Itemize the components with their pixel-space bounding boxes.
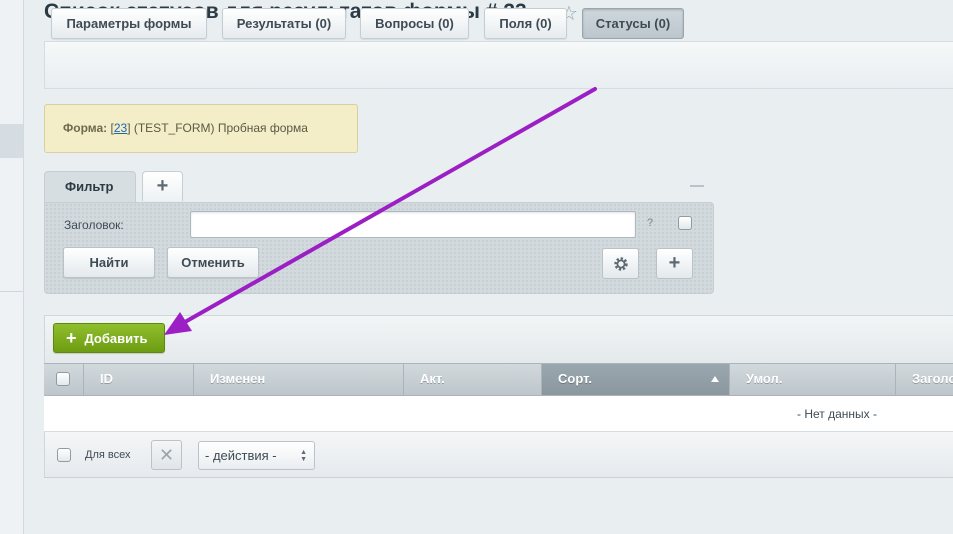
filter-help-icon[interactable]: ? <box>647 217 653 229</box>
filter-add-field-button[interactable]: + <box>656 248 693 279</box>
filter-field-checkbox[interactable] <box>678 216 692 230</box>
left-panel-divider <box>0 291 23 292</box>
column-id[interactable]: ID <box>84 364 194 395</box>
filter-minimize-icon[interactable] <box>690 185 704 187</box>
filter-title-input[interactable] <box>190 211 636 238</box>
column-active[interactable]: Акт. <box>404 364 542 395</box>
find-button[interactable]: Найти <box>63 247 155 278</box>
form-id-link[interactable]: 23 <box>114 121 127 135</box>
column-default[interactable]: Умол. <box>730 364 896 395</box>
close-icon: ✕ <box>158 444 175 465</box>
column-title[interactable]: Заголо <box>896 364 953 395</box>
select-arrows-icon: ▲ ▼ <box>300 449 307 463</box>
tab-form-params[interactable]: Параметры формы <box>51 8 207 39</box>
cancel-button[interactable]: Отменить <box>167 247 259 278</box>
select-all-checkbox[interactable] <box>56 372 70 386</box>
plus-icon: + <box>668 252 681 274</box>
tab-statuses[interactable]: Статусы (0) <box>582 8 684 39</box>
for-all-label: Для всех <box>85 449 131 461</box>
form-info-code: ] (TEST_FORM) Пробная форма <box>127 121 308 135</box>
add-status-label: Добавить <box>84 330 148 346</box>
filter-title-label: Заголовок: <box>64 218 124 232</box>
no-data-message: - Нет данных - <box>797 407 877 421</box>
column-sort-label: Сорт. <box>558 371 592 386</box>
filter-settings-button[interactable] <box>602 248 639 279</box>
delete-selected-button[interactable]: ✕ <box>151 440 182 470</box>
plus-icon: + <box>156 175 169 197</box>
grid-header: ID Изменен Акт. Сорт. Умол. Заголо <box>44 363 953 396</box>
column-modified[interactable]: Изменен <box>194 364 404 395</box>
list-toolbar <box>44 315 953 363</box>
filter-add-tab-button[interactable]: + <box>142 171 183 201</box>
plus-icon: + <box>66 328 77 348</box>
sort-asc-icon <box>711 376 719 382</box>
context-tabs-bar <box>44 41 953 89</box>
actions-select[interactable]: - действия - ▲ ▼ <box>198 441 315 470</box>
left-panel-marker[interactable] <box>0 124 23 158</box>
form-info-label: Форма: <box>63 121 108 135</box>
filter-tab[interactable]: Фильтр <box>44 171 136 203</box>
tab-results[interactable]: Результаты (0) <box>222 8 346 39</box>
for-all-checkbox[interactable] <box>57 448 71 462</box>
column-sort[interactable]: Сорт. <box>542 364 730 395</box>
add-status-button[interactable]: + Добавить <box>53 323 165 353</box>
gear-icon <box>613 256 628 271</box>
column-select-all <box>44 364 84 395</box>
left-panel-strip <box>0 0 24 534</box>
actions-select-value: - действия - <box>205 448 277 463</box>
form-info-box: Форма: [23] (TEST_FORM) Пробная форма <box>44 104 358 153</box>
tab-questions[interactable]: Вопросы (0) <box>360 8 469 39</box>
tab-fields[interactable]: Поля (0) <box>484 8 567 39</box>
